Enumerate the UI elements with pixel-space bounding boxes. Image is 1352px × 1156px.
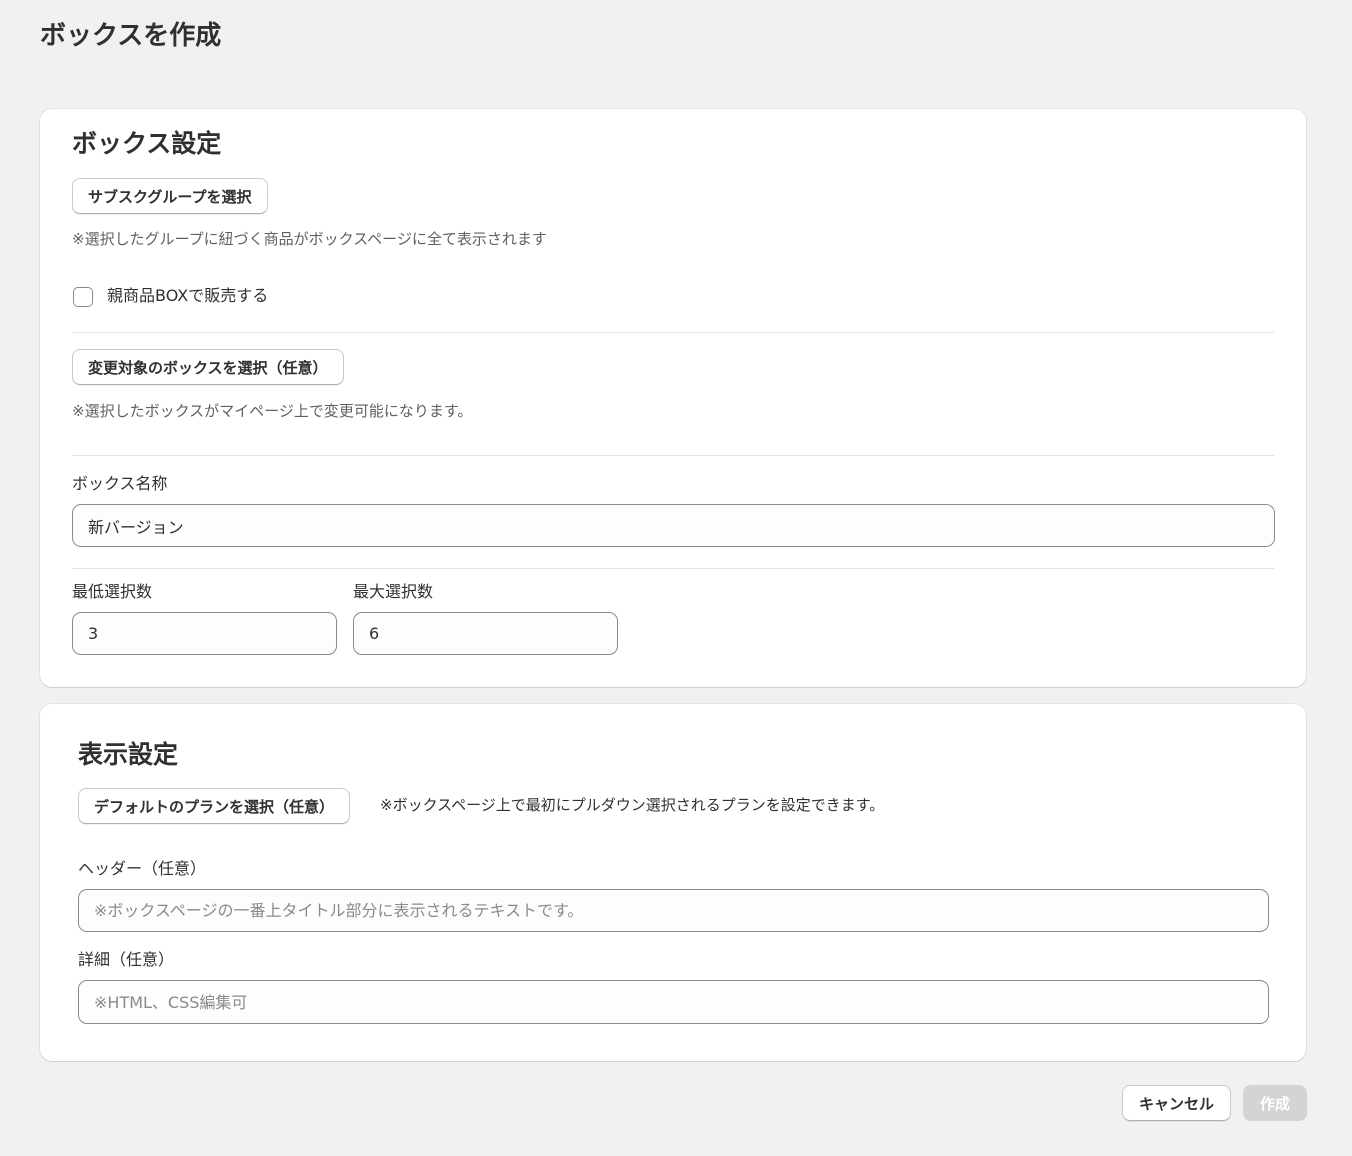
cancel-button[interactable]: キャンセル (1122, 1085, 1231, 1121)
parent-box-checkbox-label[interactable]: 親商品BOXで販売する (107, 285, 268, 307)
target-box-note: ※選択したボックスがマイページ上で変更可能になります。 (72, 402, 473, 420)
box-name-input[interactable] (72, 504, 1275, 547)
display-settings-title: 表示設定 (78, 740, 179, 769)
select-default-plan-button[interactable]: デフォルトのプランを選択（任意） (78, 788, 351, 824)
min-select-label: 最低選択数 (72, 582, 153, 601)
max-select-label: 最大選択数 (353, 582, 434, 601)
box-settings-card: ボックス設定 サブスクグループを選択 ※選択したグループに紐づく商品がボックスペ… (40, 109, 1306, 687)
divider (72, 568, 1274, 569)
divider (72, 455, 1274, 456)
divider (72, 332, 1274, 333)
box-name-label: ボックス名称 (72, 474, 168, 493)
display-settings-card: 表示設定 デフォルトのプランを選択（任意） ※ボックスページ上で最初にプルダウン… (40, 704, 1306, 1061)
select-subscription-group-button[interactable]: サブスクグループを選択 (72, 178, 268, 214)
detail-label: 詳細（任意） (78, 950, 175, 969)
detail-input[interactable] (78, 980, 1269, 1024)
box-settings-title: ボックス設定 (72, 129, 222, 158)
parent-box-checkbox[interactable] (73, 287, 93, 307)
max-select-input[interactable] (353, 612, 618, 655)
create-button[interactable]: 作成 (1243, 1085, 1307, 1121)
header-input[interactable] (78, 889, 1269, 932)
page-title: ボックスを作成 (40, 21, 222, 51)
select-target-box-button[interactable]: 変更対象のボックスを選択（任意） (72, 349, 344, 385)
header-label: ヘッダー（任意） (78, 859, 207, 878)
min-select-input[interactable] (72, 612, 337, 655)
group-note: ※選択したグループに紐づく商品がボックスページに全て表示されます (72, 230, 547, 248)
default-plan-note: ※ボックスページ上で最初にプルダウン選択されるプランを設定できます。 (380, 796, 885, 814)
